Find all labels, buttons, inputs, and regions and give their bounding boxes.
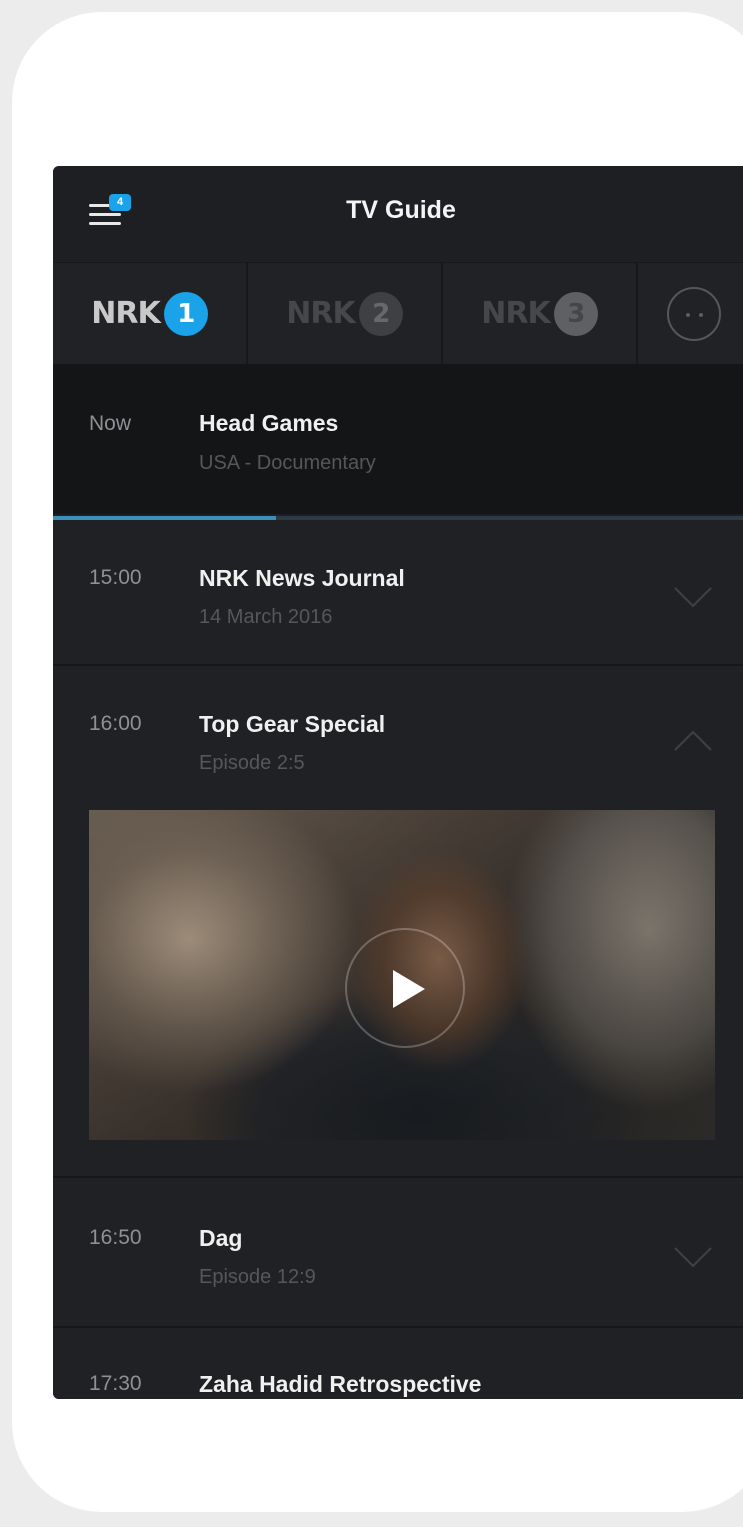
- channel-tabs: nrk 1 nrk 2 nrk 3: [53, 262, 743, 364]
- channel-number: 1: [163, 291, 208, 336]
- row-time: 15:00: [89, 566, 142, 589]
- tab-nrk1[interactable]: nrk 1: [53, 263, 248, 364]
- now-title: Head Games: [199, 410, 339, 436]
- chevron-down-icon[interactable]: [673, 1246, 713, 1268]
- more-icon-dot: [685, 312, 690, 317]
- row-subtitle: Episode 2:5: [199, 752, 305, 774]
- row-time: 16:50: [89, 1226, 142, 1249]
- page-title: TV Guide: [346, 196, 456, 224]
- nrk3-logo: nrk 3: [481, 291, 598, 336]
- more-channels-icon: [666, 286, 721, 341]
- tab-more-channels[interactable]: [638, 263, 743, 364]
- schedule-row[interactable]: 17:30 Zaha Hadid Retrospective: [53, 1328, 743, 1399]
- row-time: 17:30: [89, 1372, 142, 1395]
- nrk2-logo: nrk 2: [286, 291, 403, 336]
- row-subtitle: Episode 12:9: [199, 1266, 316, 1288]
- tab-nrk2[interactable]: nrk 2: [248, 263, 443, 364]
- row-time: 16:00: [89, 712, 142, 735]
- phone-frame: 4 TV Guide nrk 1 nrk 2 nrk 3: [12, 12, 743, 1512]
- channel-number: 3: [553, 291, 598, 336]
- video-thumbnail[interactable]: [89, 810, 715, 1140]
- nrk-logo-word: nrk: [286, 296, 355, 331]
- now-label: Now: [89, 412, 132, 435]
- nrk-logo-word: nrk: [481, 296, 550, 331]
- play-icon: [393, 970, 425, 1008]
- channel-number: 2: [358, 291, 403, 336]
- schedule-row[interactable]: 15:00 NRK News Journal 14 March 2016: [53, 520, 743, 666]
- row-title: Zaha Hadid Retrospective: [199, 1371, 482, 1397]
- tab-nrk3[interactable]: nrk 3: [443, 263, 638, 364]
- nrk-logo-word: nrk: [91, 296, 160, 331]
- schedule-row[interactable]: 16:50 Dag Episode 12:9: [53, 1178, 743, 1328]
- row-title: Top Gear Special: [199, 711, 386, 737]
- now-playing-row[interactable]: Now Head Games USA - Documentary: [53, 364, 743, 514]
- top-bar: 4 TV Guide: [53, 166, 743, 262]
- more-icon-dot: [698, 312, 703, 317]
- play-button[interactable]: [345, 928, 465, 1048]
- nrk1-logo: nrk 1: [91, 291, 208, 336]
- chevron-up-icon[interactable]: [673, 730, 713, 752]
- app-screen: 4 TV Guide nrk 1 nrk 2 nrk 3: [53, 166, 743, 1399]
- row-title: Dag: [199, 1225, 243, 1251]
- now-subtitle: USA - Documentary: [199, 452, 376, 474]
- row-title: NRK News Journal: [199, 565, 405, 591]
- row-subtitle: 14 March 2016: [199, 606, 333, 628]
- chevron-down-icon[interactable]: [673, 586, 713, 608]
